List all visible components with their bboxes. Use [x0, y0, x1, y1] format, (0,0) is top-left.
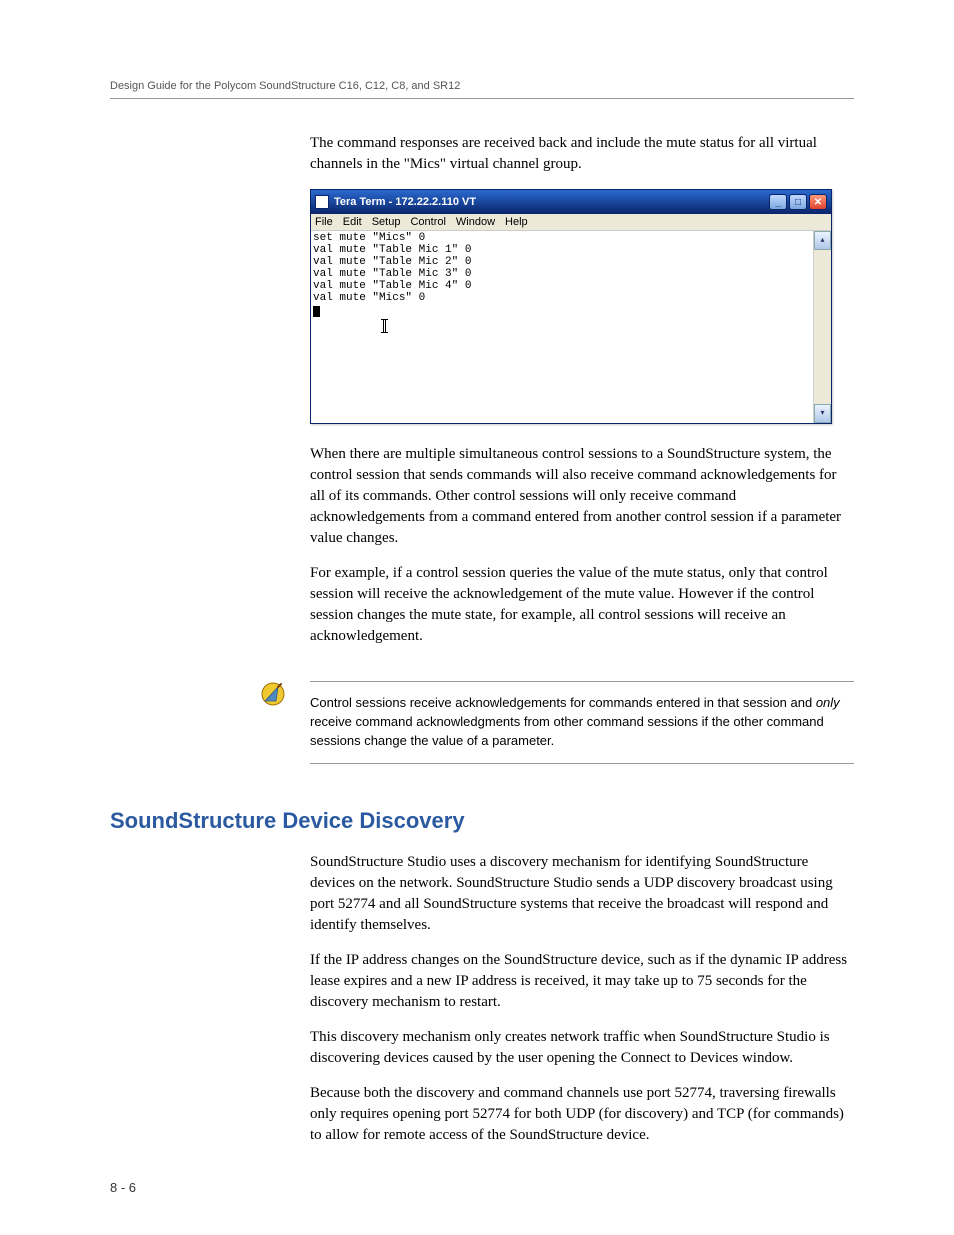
window-titlebar[interactable]: Tera Term - 172.22.2.110 VT _ □ ✕	[311, 190, 831, 214]
paragraph: If the IP address changes on the SoundSt…	[310, 950, 854, 1013]
menu-bar[interactable]: File Edit Setup Control Window Help	[311, 214, 831, 231]
note-text: Control sessions receive acknowledgement…	[310, 681, 854, 764]
window-title: Tera Term - 172.22.2.110 VT	[334, 196, 769, 208]
scroll-up-icon[interactable]: ▴	[814, 231, 831, 250]
maximize-button[interactable]: □	[789, 194, 807, 210]
running-header: Design Guide for the Polycom SoundStruct…	[110, 80, 854, 92]
note-callout: Control sessions receive acknowledgement…	[110, 667, 854, 778]
app-icon	[315, 195, 329, 209]
page-number: 8 - 6	[110, 1180, 136, 1195]
terminal-line: val mute "Table Mic 1" 0	[313, 244, 471, 256]
scroll-track[interactable]	[814, 250, 831, 404]
note-icon	[260, 681, 286, 707]
paragraph: SoundStructure Studio uses a discovery m…	[310, 852, 854, 936]
terminal-line: val mute "Mics" 0	[313, 292, 425, 304]
paragraph: Because both the discovery and command c…	[310, 1083, 854, 1146]
ibeam-cursor-icon	[383, 319, 386, 333]
menu-edit[interactable]: Edit	[343, 216, 362, 228]
paragraph: The command responses are received back …	[310, 133, 854, 175]
paragraph: When there are multiple simultaneous con…	[310, 444, 854, 549]
terminal-line: val mute "Table Mic 3" 0	[313, 268, 471, 280]
paragraph: This discovery mechanism only creates ne…	[310, 1027, 854, 1069]
menu-control[interactable]: Control	[410, 216, 445, 228]
menu-setup[interactable]: Setup	[372, 216, 401, 228]
minimize-button[interactable]: _	[769, 194, 787, 210]
terminal-screenshot: Tera Term - 172.22.2.110 VT _ □ ✕ File E…	[310, 189, 854, 424]
menu-file[interactable]: File	[315, 216, 333, 228]
text-cursor	[313, 306, 320, 317]
menu-help[interactable]: Help	[505, 216, 528, 228]
menu-window[interactable]: Window	[456, 216, 495, 228]
close-button[interactable]: ✕	[809, 194, 827, 210]
header-rule	[110, 98, 854, 99]
paragraph: For example, if a control session querie…	[310, 563, 854, 647]
section-heading: SoundStructure Device Discovery	[110, 808, 854, 834]
scrollbar[interactable]: ▴ ▾	[813, 231, 831, 423]
terminal-line: val mute "Table Mic 4" 0	[313, 280, 471, 292]
terminal-output[interactable]: set mute "Mics" 0 val mute "Table Mic 1"…	[311, 231, 813, 423]
scroll-down-icon[interactable]: ▾	[814, 404, 831, 423]
terminal-line: set mute "Mics" 0	[313, 232, 425, 244]
terminal-line: val mute "Table Mic 2" 0	[313, 256, 471, 268]
